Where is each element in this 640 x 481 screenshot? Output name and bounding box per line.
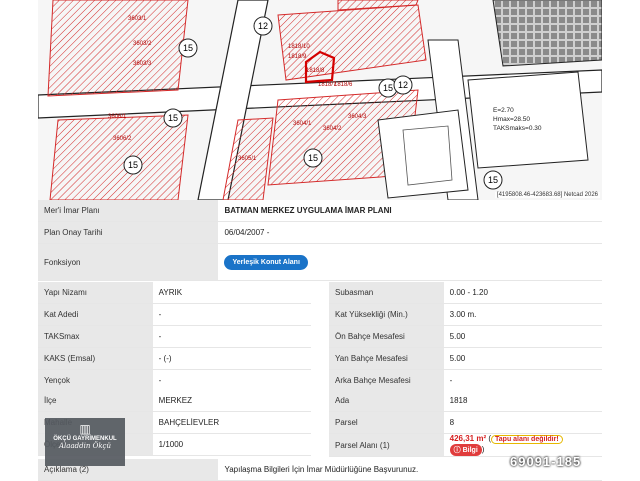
- density-note-line: TAKSmaks=0.30: [493, 125, 542, 132]
- build-left-table: Yapı Nizamı AYRIK Kat Adedi - TAKSmax - KAKS (…: [38, 282, 311, 392]
- parcel-label: 3604/2: [323, 126, 342, 132]
- coordinate-readout: [4195808.46-423683.68] Netcad 2026: [494, 192, 600, 198]
- floor-count-label: 12: [398, 80, 408, 90]
- build-left-row: Yapı Nizamı AYRIK: [38, 282, 311, 304]
- plan-date-label: Plan Onay Tarihi: [38, 221, 219, 244]
- zoning-map[interactable]: 15 15 15 15 15 12 12 15 1818/10 1818/9 1818/8 1818…: [38, 0, 602, 200]
- info-button[interactable]: ⓘ Bilgi: [449, 444, 482, 456]
- building-info-right: Subasman 0.00 - 1.20 Kat Yüksekliği (Min.)…: [329, 282, 602, 392]
- build-right-value: 0.00 - 1.20: [443, 282, 602, 304]
- building-info-section: Yapı Nizamı AYRIK Kat Adedi - TAKSmax - KAKS (…: [38, 282, 602, 392]
- plan-info-section: Mer'i İmar Planı BATMAN MERKEZ UYGULAMA …: [38, 200, 602, 281]
- parcel-label: 1818/10: [288, 44, 310, 50]
- parcel-label: 3604/3: [348, 114, 367, 120]
- floor-count-label: 15: [168, 113, 178, 123]
- density-note-line: E=2.70: [493, 107, 514, 114]
- build-right-value: 3.00 m.: [443, 303, 602, 326]
- parcel-label: 3603/1: [128, 16, 147, 22]
- build-right-label: Subasman: [329, 282, 444, 304]
- parcel-label: 3603/2: [133, 41, 152, 47]
- ada-row: Ada 1818: [329, 390, 602, 412]
- build-right-label: Yan Bahçe Mesafesi: [329, 347, 444, 370]
- build-right-value: 5.00: [443, 325, 602, 348]
- build-left-label: Kat Adedi: [38, 303, 153, 326]
- build-left-row: Yençok -: [38, 369, 311, 392]
- location-left-value: 1/1000: [152, 433, 311, 456]
- build-right-table: Subasman 0.00 - 1.20 Kat Yüksekliği (Min.)…: [329, 282, 602, 392]
- build-right-row: Yan Bahçe Mesafesi 5.00: [329, 347, 602, 370]
- build-left-row: TAKSmax -: [38, 325, 311, 348]
- parsel-row: Parsel 8: [329, 411, 602, 434]
- parcel-label: 1818/6: [334, 82, 353, 88]
- build-left-value: - (-): [152, 347, 311, 370]
- parsel-label: Parsel: [329, 411, 444, 434]
- building-logo-icon: ▥: [79, 422, 91, 436]
- parsel-area-label: Parsel Alanı (1): [329, 433, 444, 457]
- ada-value: 1818: [443, 390, 602, 412]
- build-left-label: Yençok: [38, 369, 153, 392]
- parcel-label: 3606/2: [113, 136, 132, 142]
- plan-row-function: Fonksiyon Yerleşik Konut Alanı: [38, 243, 602, 281]
- plan-date-value: 06/04/2007 -: [218, 221, 602, 244]
- build-left-label: Yapı Nizamı: [38, 282, 153, 304]
- location-left-row: İlçe MERKEZ: [38, 390, 311, 412]
- parcel-label: 3603/3: [133, 61, 152, 67]
- build-left-row: KAKS (Emsal) - (-): [38, 347, 311, 370]
- parcel-label: 3604/1: [293, 121, 312, 127]
- parcel-label: 1818/8: [306, 68, 325, 74]
- info-button-label: Bilgi: [462, 447, 478, 454]
- info-icon: ⓘ: [453, 447, 461, 454]
- agency-watermark: ▥ ÖKÇÜ GAYRİMENKUL Alaaddin Ökçü: [45, 418, 125, 466]
- build-right-row: Subasman 0.00 - 1.20: [329, 282, 602, 304]
- listing-number: 69091-185: [510, 454, 582, 469]
- build-left-value: AYRIK: [152, 282, 311, 304]
- plan-name-label: Mer'i İmar Planı: [38, 200, 219, 222]
- build-left-label: TAKSmax: [38, 325, 153, 348]
- build-right-label: Kat Yüksekliği (Min.): [329, 303, 444, 326]
- build-right-value: 5.00: [443, 347, 602, 370]
- plan-info-table: Mer'i İmar Planı BATMAN MERKEZ UYGULAMA …: [38, 200, 602, 281]
- build-right-label: Arka Bahçe Mesafesi: [329, 369, 444, 392]
- build-left-value: -: [152, 325, 311, 348]
- zoning-map-canvas: 15 15 15 15 15 12 12 15 1818/10 1818/9 1818/8 1818…: [38, 0, 602, 200]
- build-left-row: Kat Adedi -: [38, 303, 311, 326]
- build-right-row: Kat Yüksekliği (Min.) 3.00 m.: [329, 303, 602, 326]
- function-button[interactable]: Yerleşik Konut Alanı: [224, 254, 308, 270]
- location-left-value: MERKEZ: [152, 390, 311, 412]
- building-info-left: Yapı Nizamı AYRIK Kat Adedi - TAKSmax - KAKS (…: [38, 282, 311, 392]
- build-left-value: -: [152, 369, 311, 392]
- density-note-line: Hmax=28.50: [493, 116, 530, 123]
- floor-count-label: 15: [183, 43, 193, 53]
- plan-row-name: Mer'i İmar Planı BATMAN MERKEZ UYGULAMA …: [38, 200, 602, 222]
- parcel-label: 1818/9: [288, 54, 307, 60]
- parcel-label: 3605/1: [238, 156, 257, 162]
- location-info-right: Ada 1818 Parsel 8 Parsel Alanı (1) 426,3…: [329, 390, 602, 457]
- ada-label: Ada: [329, 390, 444, 412]
- parcel-label: 3606/1: [108, 114, 127, 120]
- parsel-area-value: 426,31 m²: [449, 434, 487, 443]
- floor-count-label: 15: [128, 160, 138, 170]
- function-cell: Yerleşik Konut Alanı: [218, 243, 602, 281]
- parsel-value: 8: [443, 411, 602, 434]
- watermark-signature: Alaaddin Ökçü: [59, 442, 111, 450]
- floor-count-label: 12: [258, 21, 268, 31]
- build-left-label: KAKS (Emsal): [38, 347, 153, 370]
- build-right-value: -: [443, 369, 602, 392]
- plan-name-value: BATMAN MERKEZ UYGULAMA İMAR PLANI: [218, 200, 602, 222]
- function-label: Fonksiyon: [38, 243, 219, 281]
- plan-row-date: Plan Onay Tarihi 06/04/2007 -: [38, 221, 602, 244]
- build-right-row: Ön Bahçe Mesafesi 5.00: [329, 325, 602, 348]
- build-left-value: -: [152, 303, 311, 326]
- location-left-value: BAHÇELİEVLER: [152, 411, 311, 434]
- floor-count-label: 15: [308, 153, 318, 163]
- tapu-warning: Tapu alanı değildir!: [491, 435, 563, 444]
- location-left-label: İlçe: [38, 390, 153, 412]
- floor-count-label: 15: [383, 83, 393, 93]
- floor-count-label: 15: [488, 175, 498, 185]
- build-right-row: Arka Bahçe Mesafesi -: [329, 369, 602, 392]
- build-right-label: Ön Bahçe Mesafesi: [329, 325, 444, 348]
